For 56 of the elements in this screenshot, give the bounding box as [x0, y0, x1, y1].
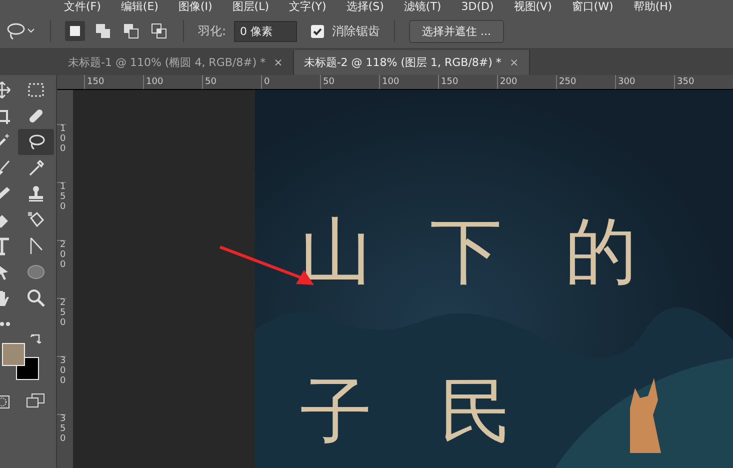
selected-text-character: 山 — [300, 215, 372, 287]
ruler-number: 200 — [57, 240, 66, 298]
selection-mode-button[interactable] — [93, 21, 113, 41]
selected-text-character: 子 — [300, 375, 372, 447]
menu-item[interactable]: 选择(S) — [346, 0, 384, 14]
feather-label: 羽化: — [198, 22, 226, 40]
menu-item[interactable]: 帮助(H) — [633, 0, 672, 14]
lasso-icon[interactable] — [18, 129, 54, 155]
menu-item[interactable]: 窗口(W) — [572, 0, 614, 14]
ruler-number: 100 — [143, 75, 202, 89]
squares-icon — [93, 21, 113, 41]
lasso-tool-icon[interactable] — [6, 21, 36, 41]
ruler-number: 50 — [320, 75, 379, 89]
selected-text-character: 下 — [430, 215, 502, 287]
selected-text-character: 的 — [565, 215, 637, 287]
document-tab[interactable]: 未标题-2 @ 118% (图层 1, RGB/8#) * × — [294, 50, 530, 75]
selection-mode-button[interactable] — [65, 21, 85, 41]
ruler-number: 100 — [57, 124, 66, 182]
menu-item[interactable]: 编辑(E) — [120, 0, 158, 14]
close-tab-button[interactable]: × — [509, 56, 519, 69]
tab-title: 未标题-2 @ 118% (图层 1, RGB/8#) * — [304, 55, 502, 70]
anti-alias-label: 消除锯齿 — [332, 22, 380, 40]
ruler-number: 250 — [556, 75, 615, 89]
ruler-number: 100 — [379, 75, 438, 89]
menu-item[interactable]: 图层(L) — [232, 0, 270, 14]
ruler-number: 50 — [202, 75, 261, 89]
menu-item[interactable]: 3D(D) — [461, 0, 494, 14]
menu-item[interactable]: 图像(I) — [178, 0, 212, 14]
menu-item[interactable]: 滤镜(T) — [404, 0, 442, 14]
menu-item[interactable]: 文字(Y) — [289, 0, 326, 14]
ruler-number: 150 — [438, 75, 497, 89]
squares-icon — [149, 21, 169, 41]
menu-item[interactable]: 视图(V) — [514, 0, 552, 14]
close-tab-button[interactable]: × — [274, 56, 283, 69]
swap-colors-icon[interactable] — [30, 333, 42, 345]
selection-mode-button[interactable] — [149, 21, 169, 41]
ruler-number: 350 — [674, 75, 733, 89]
ruler-number: 150 — [84, 75, 143, 89]
ruler-number: 300 — [57, 356, 66, 414]
ruler-number: 250 — [57, 298, 66, 356]
ruler-number: 300 — [615, 75, 674, 89]
anti-alias-checkbox[interactable] — [311, 24, 324, 38]
select-and-mask-button[interactable]: 选择并遮住 ... — [409, 20, 504, 42]
ruler-number: 200 — [497, 75, 556, 89]
screen-mode-icon[interactable] — [26, 393, 46, 409]
selection-mode-button[interactable] — [121, 21, 141, 41]
selected-text-character: 民 — [440, 375, 512, 447]
color-swatches-drawing[interactable] — [2, 343, 40, 381]
ruler-number: 350 — [57, 414, 66, 468]
ruler-number: 0 — [261, 75, 320, 89]
menu-item[interactable]: 文件(F) — [64, 0, 101, 14]
feather-field[interactable]: 0 像素 — [234, 20, 298, 42]
quick-mask-icon[interactable] — [0, 395, 10, 409]
ruler-number: 150 — [57, 182, 66, 240]
squares-icon — [121, 21, 141, 41]
tab-title: 未标题-1 @ 110% (椭圆 4, RGB/8#) * — [68, 55, 266, 70]
